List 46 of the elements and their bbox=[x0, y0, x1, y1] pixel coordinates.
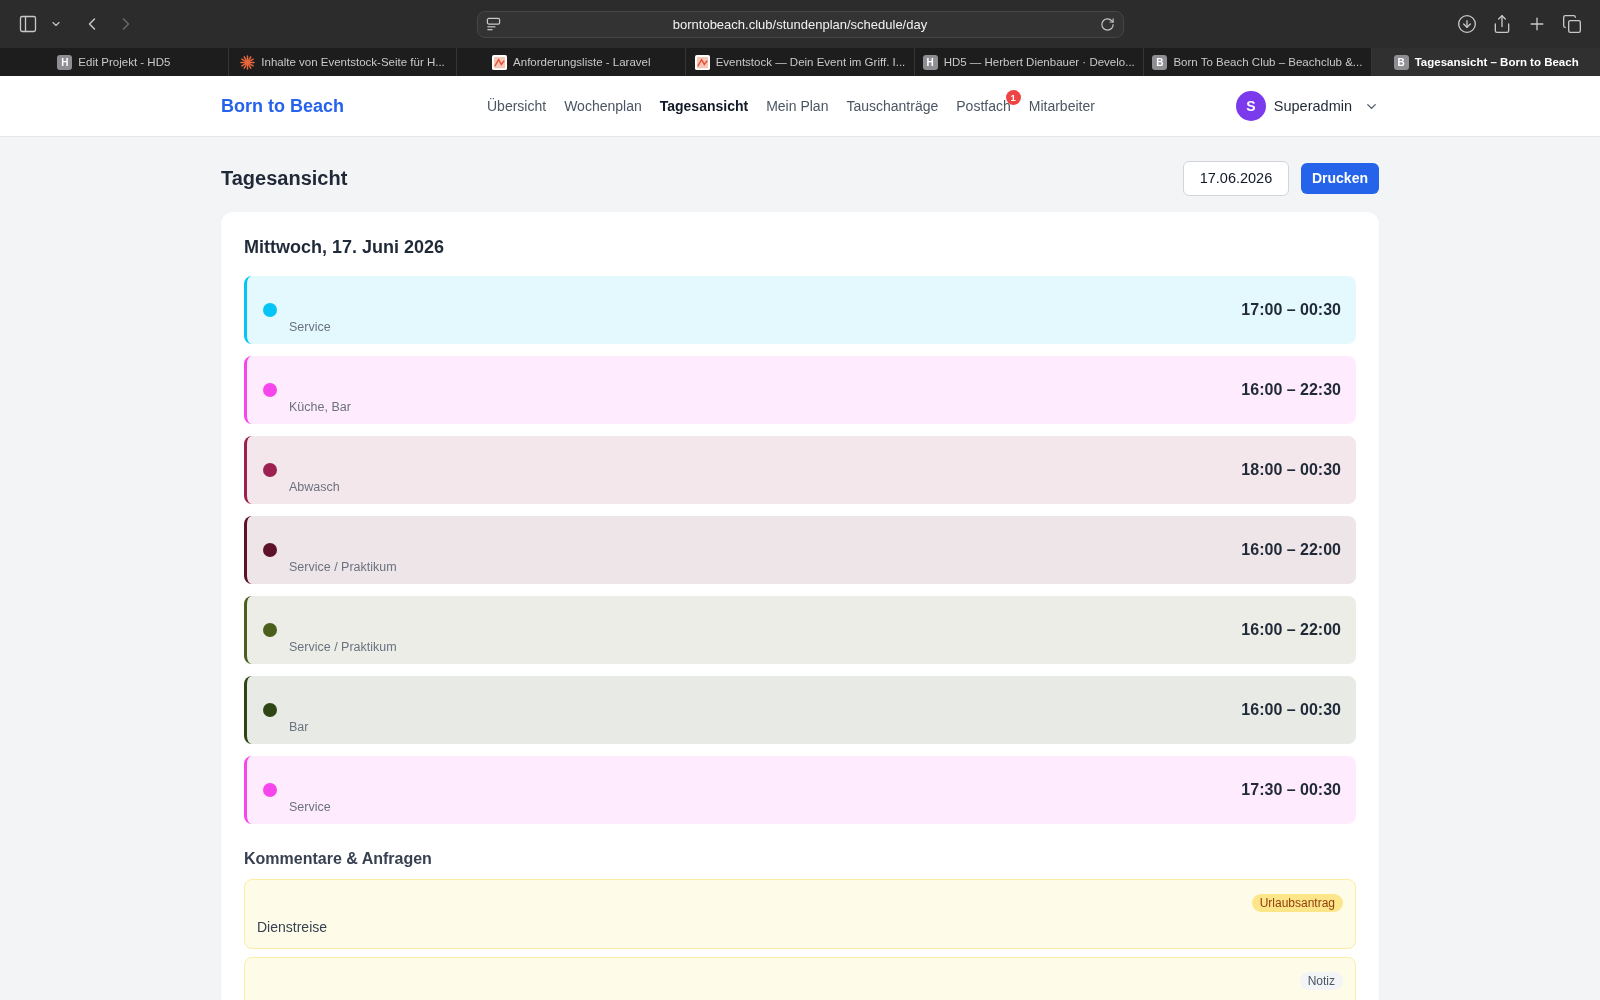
letter-favicon-icon: B bbox=[1152, 54, 1168, 70]
type-badge: Notiz bbox=[1299, 972, 1343, 990]
day-heading: Mittwoch, 17. Juni 2026 bbox=[244, 236, 446, 259]
nav-link[interactable]: Tauschanträge bbox=[846, 98, 939, 114]
shift-role: Küche, Bar bbox=[289, 400, 351, 415]
date-field[interactable]: 17.06.2026 bbox=[1182, 160, 1289, 196]
avatar: S bbox=[1235, 91, 1266, 121]
logo[interactable]: Born to Beach bbox=[221, 95, 487, 117]
sidebar-icon[interactable] bbox=[18, 14, 38, 34]
page-title: Tagesansicht bbox=[221, 166, 348, 190]
nav-link[interactable]: Übersicht bbox=[487, 98, 547, 114]
shift-role: Service bbox=[289, 320, 331, 335]
address-bar[interactable]: borntobeach.club/stundenplan/schedule/day bbox=[476, 10, 1124, 38]
shift-time: 16:00 – 22:00 bbox=[1241, 621, 1341, 639]
letter-favicon-icon: B bbox=[1393, 54, 1409, 70]
tabs-overview-icon[interactable] bbox=[1562, 14, 1582, 34]
sparkle-icon bbox=[240, 54, 256, 70]
shift-time: 16:00 – 22:00 bbox=[1241, 541, 1341, 559]
nav-link[interactable]: Wochenplan bbox=[564, 98, 642, 114]
type-badge: Urlaubsantrag bbox=[1251, 894, 1343, 912]
page-menu-icon[interactable] bbox=[485, 16, 501, 32]
shift-role: Abwasch bbox=[289, 480, 340, 495]
shift-time: 18:00 – 00:30 bbox=[1241, 461, 1341, 479]
shift-role: Service bbox=[289, 800, 331, 815]
shift-time: 16:00 – 22:30 bbox=[1241, 381, 1341, 399]
shift-role: Service / Praktikum bbox=[289, 640, 397, 655]
letter-favicon-icon: H bbox=[57, 54, 73, 70]
shift-role: Service / Praktikum bbox=[289, 560, 397, 575]
download-icon[interactable] bbox=[1457, 14, 1477, 34]
browser-tab[interactable]: B Tagesansicht – Born to Beach bbox=[1371, 48, 1600, 76]
image-favicon-icon bbox=[492, 54, 508, 70]
letter-favicon-icon: H bbox=[922, 54, 938, 70]
comment-text: Dienstreise bbox=[257, 918, 328, 937]
shift-role: Bar bbox=[289, 720, 309, 735]
share-icon[interactable] bbox=[1492, 14, 1512, 34]
image-favicon-icon bbox=[694, 54, 710, 70]
comments-heading: Kommentare & Anfragen bbox=[244, 849, 433, 869]
reload-icon[interactable] bbox=[1099, 16, 1115, 32]
nav-link[interactable]: Mitarbeiter bbox=[1028, 98, 1095, 114]
nav-link[interactable]: Tagesansicht bbox=[659, 98, 749, 114]
user-menu[interactable]: S Superadmin bbox=[1235, 91, 1379, 121]
shift-time: 17:00 – 00:30 bbox=[1241, 301, 1341, 319]
shift-time: 17:30 – 00:30 bbox=[1241, 781, 1341, 799]
print-button[interactable]: Drucken bbox=[1300, 162, 1379, 194]
shift-time: 16:00 – 00:30 bbox=[1241, 701, 1341, 719]
nav-link[interactable]: Mein Plan bbox=[766, 98, 829, 114]
